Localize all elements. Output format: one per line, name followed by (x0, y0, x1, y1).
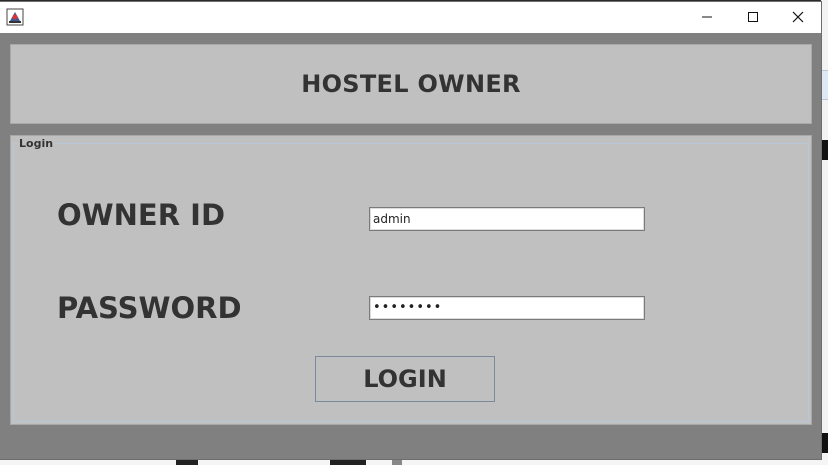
title-bar[interactable] (0, 2, 821, 33)
login-group-title: Login (17, 137, 56, 150)
password-label: PASSWORD (57, 291, 242, 325)
background-window-fragment (392, 459, 402, 465)
background-window-fragment (176, 459, 198, 465)
window-content: HOSTEL OWNER Login OWNER ID admin PASSWO… (0, 33, 821, 459)
maximize-icon (747, 8, 759, 27)
minimize-icon (701, 8, 713, 27)
close-button[interactable] (775, 2, 821, 33)
java-app-icon (6, 8, 24, 26)
password-input[interactable]: •••••••• (369, 296, 645, 320)
background-window-fragment (821, 433, 828, 453)
background-window-fragment (821, 140, 828, 160)
background-window-fragment (330, 459, 366, 465)
login-panel: Login OWNER ID admin PASSWORD •••••••• L… (10, 135, 812, 425)
background-window-fragment (821, 70, 828, 100)
header-panel: HOSTEL OWNER (10, 44, 812, 124)
page-title: HOSTEL OWNER (301, 70, 521, 98)
owner-id-input[interactable]: admin (369, 207, 645, 231)
owner-id-label: OWNER ID (57, 198, 226, 232)
maximize-button[interactable] (730, 2, 776, 33)
minimize-button[interactable] (684, 2, 730, 33)
login-button[interactable]: LOGIN (315, 356, 495, 402)
close-icon (792, 8, 804, 27)
desktop-background-bottom (0, 459, 828, 465)
app-window: HOSTEL OWNER Login OWNER ID admin PASSWO… (0, 2, 821, 459)
desktop-background-right (821, 0, 828, 465)
